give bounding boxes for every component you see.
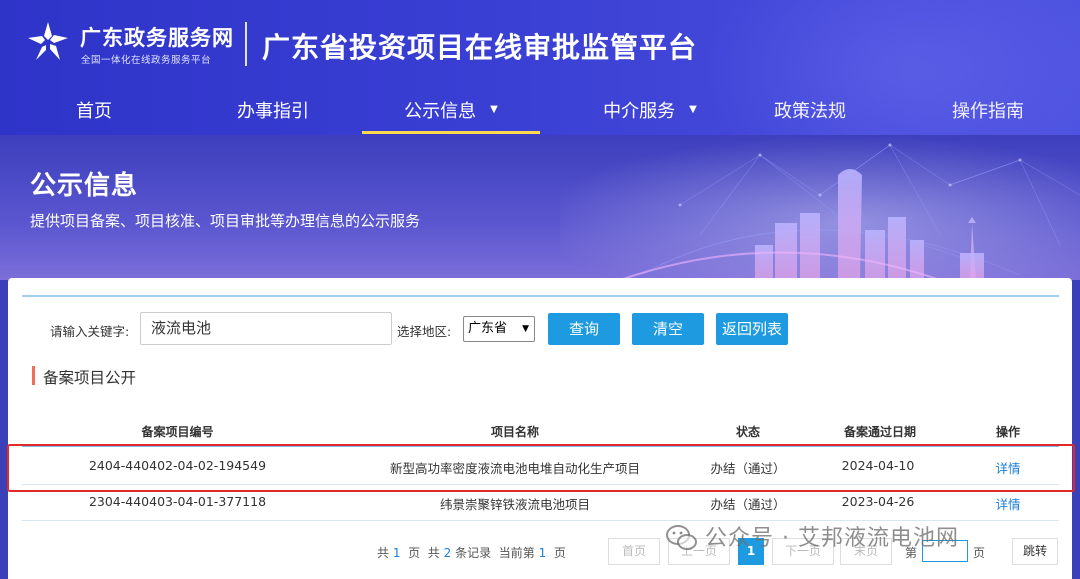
section-accent-bar bbox=[32, 366, 35, 385]
pagination-summary: 共 1 页 共 2 条记录 当前第 1 页 bbox=[377, 544, 566, 561]
pg-label: 共 bbox=[377, 546, 390, 560]
cell-date: 2023-04-26 bbox=[841, 494, 915, 509]
goto-suffix: 页 bbox=[973, 546, 986, 560]
keyword-input[interactable]: 液流电池 bbox=[140, 312, 392, 345]
brand-divider bbox=[245, 22, 247, 66]
nav-item-intermediary[interactable]: 中介服务 ▼ bbox=[580, 90, 720, 134]
pg-label: 条记录 bbox=[455, 546, 492, 560]
platform-title: 广东省投资项目在线审批监管平台 bbox=[262, 31, 698, 64]
nav-item-policy[interactable]: 政策法规 bbox=[760, 90, 860, 134]
watermark-text: 公众号 · 艾邦液流电池网 bbox=[705, 526, 959, 551]
detail-link[interactable]: 详情 bbox=[980, 494, 1036, 513]
clear-button[interactable]: 清空 bbox=[632, 313, 704, 345]
region-selected-value: 广东省 bbox=[468, 321, 508, 336]
guangdong-gov-logo-icon[interactable] bbox=[26, 20, 70, 64]
panel-top-divider bbox=[22, 295, 1059, 297]
chevron-down-icon: ▼ bbox=[522, 324, 529, 334]
caret-down-icon: ▼ bbox=[490, 104, 498, 115]
first-page-button[interactable]: 首页 bbox=[608, 538, 660, 565]
pg-label: 页 bbox=[408, 546, 421, 560]
column-header-date: 备案通过日期 bbox=[843, 425, 916, 439]
region-label: 选择地区: bbox=[397, 324, 452, 339]
pg-label: 当前第 bbox=[498, 546, 535, 560]
jump-button[interactable]: 跳转 bbox=[1012, 538, 1058, 565]
cell-project-name: 纬景崇聚锌铁液流电池项目 bbox=[439, 497, 590, 512]
pg-current-page: 1 bbox=[538, 546, 547, 560]
nav-label: 政策法规 bbox=[774, 101, 846, 122]
site-header: 广东政务服务网 全国一体化在线政务服务平台 广东省投资项目在线审批监管平台 首页… bbox=[0, 0, 1080, 135]
brand-subtitle: 全国一体化在线政务服务平台 bbox=[81, 55, 212, 66]
nav-label: 操作指南 bbox=[952, 101, 1024, 122]
main-nav: 首页 办事指引 公示信息 ▼ 中介服务 ▼ 政策法规 操作指南 bbox=[0, 90, 1080, 134]
column-header-action: 操作 bbox=[995, 425, 1020, 439]
column-header-status: 状态 bbox=[735, 425, 760, 439]
banner-title: 公示信息 bbox=[30, 171, 139, 201]
region-select[interactable]: 广东省 ▼ bbox=[463, 316, 535, 342]
nav-label: 中介服务 bbox=[603, 101, 676, 122]
city-skyline-illustration bbox=[560, 135, 1080, 280]
brand-name[interactable]: 广东政务服务网 bbox=[80, 22, 234, 52]
pg-label: 共 bbox=[427, 546, 440, 560]
pg-label: 页 bbox=[553, 546, 566, 560]
pg-total-records: 2 bbox=[443, 546, 452, 560]
pg-total-pages: 1 bbox=[392, 546, 401, 560]
cell-project-code: 2304-440403-04-01-377118 bbox=[88, 494, 267, 509]
section-title: 备案项目公开 bbox=[43, 369, 137, 387]
wechat-icon bbox=[666, 525, 697, 550]
nav-label: 办事指引 bbox=[237, 101, 309, 122]
banner-description: 提供项目备案、项目核准、项目审批等办理信息的公示服务 bbox=[30, 212, 421, 230]
nav-item-home[interactable]: 首页 bbox=[54, 90, 134, 134]
back-to-list-button[interactable]: 返回列表 bbox=[716, 313, 788, 345]
nav-item-manual[interactable]: 操作指南 bbox=[936, 90, 1040, 134]
nav-label: 公示信息 bbox=[404, 101, 477, 122]
page-banner: 公示信息 提供项目备案、项目核准、项目审批等办理信息的公示服务 bbox=[0, 135, 1080, 280]
nav-item-guide[interactable]: 办事指引 bbox=[222, 90, 324, 134]
column-header-code: 备案项目编号 bbox=[141, 425, 214, 439]
nav-label: 首页 bbox=[76, 101, 112, 122]
nav-item-publicity[interactable]: 公示信息 ▼ bbox=[362, 90, 540, 134]
cell-status: 办结（通过） bbox=[710, 497, 786, 512]
column-header-name: 项目名称 bbox=[490, 425, 539, 439]
keyword-label: 请输入关键字: bbox=[50, 324, 130, 339]
highlight-annotation-box bbox=[7, 444, 1075, 492]
query-button[interactable]: 查询 bbox=[548, 313, 620, 345]
caret-down-icon: ▼ bbox=[689, 104, 697, 115]
